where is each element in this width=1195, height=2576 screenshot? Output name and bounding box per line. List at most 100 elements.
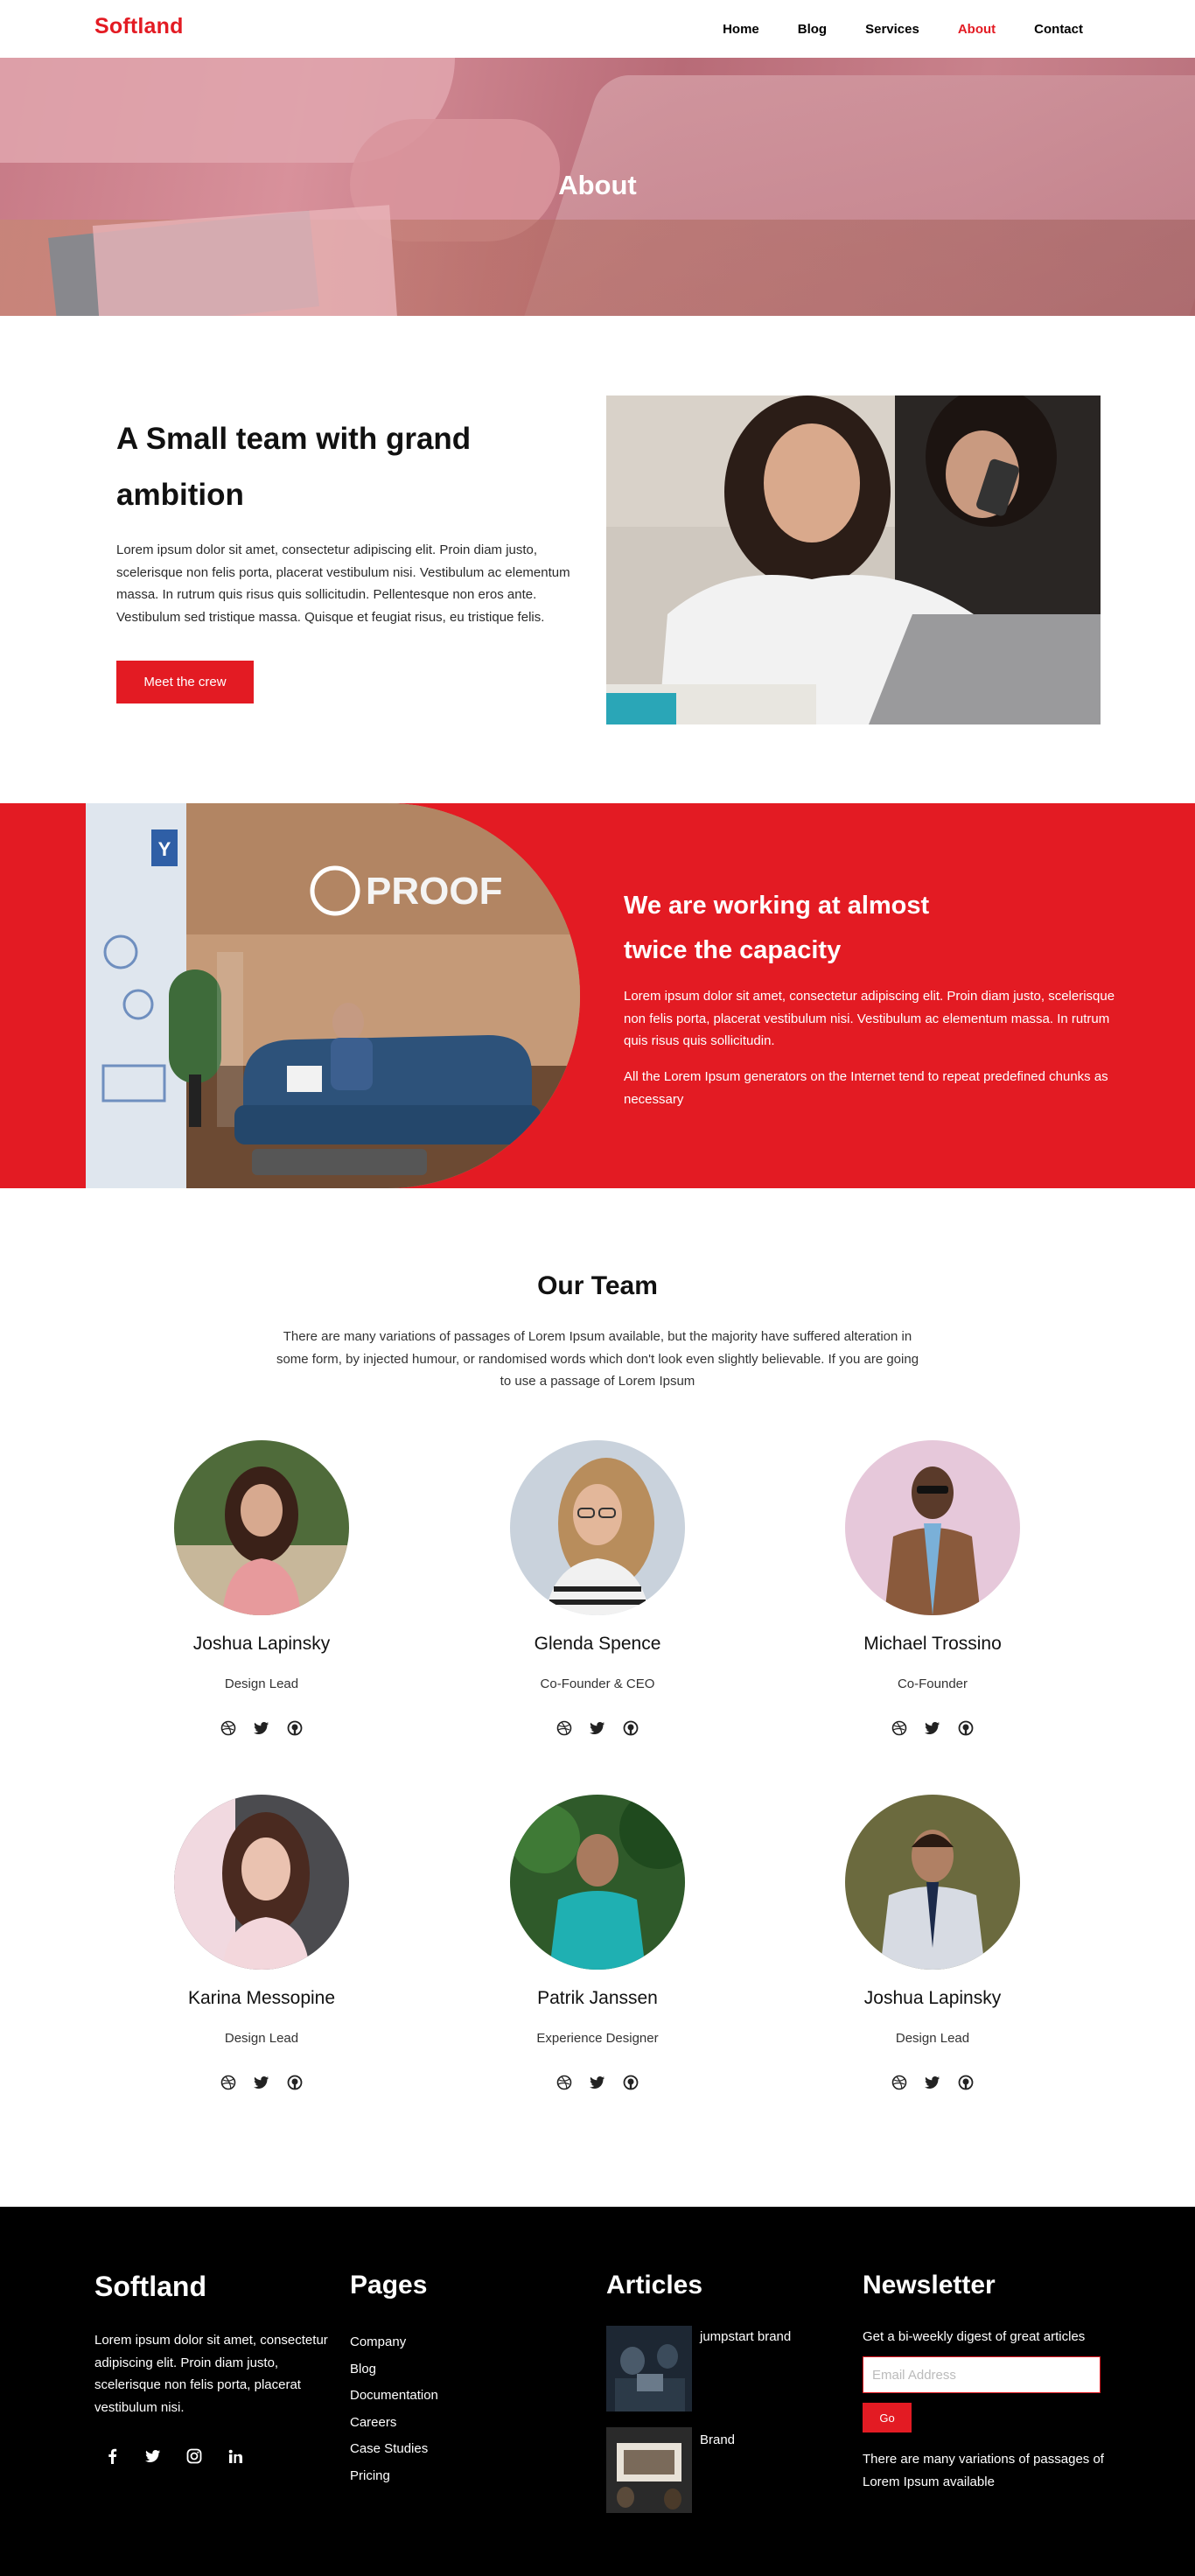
twitter-icon[interactable]: [253, 2074, 270, 2091]
team-member-card: Michael Trossino Co-Founder: [801, 1440, 1064, 1737]
twitter-icon[interactable]: [589, 2074, 606, 2091]
github-icon[interactable]: [957, 2074, 975, 2091]
nav-about[interactable]: About: [958, 22, 996, 37]
article-title[interactable]: Brand: [700, 2432, 735, 2447]
footer-link-blog[interactable]: Blog: [350, 2356, 438, 2384]
newsletter-heading: Newsletter: [863, 2271, 996, 2300]
member-name: Michael Trossino: [863, 1634, 1002, 1654]
member-avatar: [845, 1795, 1020, 1970]
avatar-portrait: [174, 1795, 349, 1970]
nav-services[interactable]: Services: [865, 22, 919, 37]
avatar-portrait: [510, 1795, 685, 1970]
capacity-paragraph-2: All the Lorem Ipsum generators on the In…: [624, 1069, 1108, 1107]
office-photo: Y PROOF: [86, 803, 580, 1188]
member-role: Co-Founder: [897, 1676, 968, 1691]
footer-about-text: Lorem ipsum dolor sit amet, consectetur …: [94, 2333, 328, 2415]
hero-paper-shape: [92, 205, 398, 316]
twitter-icon[interactable]: [924, 1719, 941, 1737]
footer-link-pricing[interactable]: Pricing: [350, 2463, 438, 2490]
site-header: Softland Home Blog Services About Contac…: [0, 0, 1195, 58]
footer-link-documentation[interactable]: Documentation: [350, 2383, 438, 2410]
member-role: Co-Founder & CEO: [540, 1676, 655, 1691]
member-socials: [130, 2074, 393, 2091]
twitter-icon[interactable]: [589, 1719, 606, 1737]
member-name: Patrik Janssen: [537, 1988, 658, 2008]
office-illustration: Y PROOF: [86, 803, 580, 1188]
nav-home[interactable]: Home: [723, 22, 759, 37]
team-member-card: Joshua Lapinsky Design Lead: [130, 1440, 393, 1737]
team-member-card: Patrik Janssen Experience Designer: [466, 1795, 729, 2091]
dribbble-icon[interactable]: [220, 1719, 237, 1737]
dribbble-icon[interactable]: [220, 2074, 237, 2091]
github-icon[interactable]: [286, 1719, 304, 1737]
linkedin-icon[interactable]: [227, 2447, 244, 2465]
newsletter-text: Get a bi-weekly digest of great articles: [863, 2329, 1086, 2344]
intro-heading: A Small team with grand ambition: [116, 422, 472, 512]
twitter-icon[interactable]: [924, 2074, 941, 2091]
article-thumbnail[interactable]: [606, 2427, 692, 2513]
member-role: Experience Designer: [536, 2031, 659, 2046]
member-socials: [801, 2074, 1064, 2091]
nav-blog[interactable]: Blog: [798, 22, 827, 37]
dribbble-icon[interactable]: [891, 2074, 908, 2091]
github-icon[interactable]: [957, 1719, 975, 1737]
team-description: There are many variations of passages of…: [276, 1329, 919, 1389]
twitter-icon[interactable]: [144, 2447, 162, 2465]
dribbble-icon[interactable]: [556, 1719, 573, 1737]
member-role: Design Lead: [224, 2031, 299, 2046]
email-field[interactable]: [863, 2356, 1101, 2393]
instagram-icon[interactable]: [185, 2447, 203, 2465]
pages-list: Company Blog Documentation Careers Case …: [350, 2329, 438, 2489]
nav-contact[interactable]: Contact: [1034, 22, 1083, 37]
member-avatar: [174, 1440, 349, 1615]
go-button[interactable]: Go: [863, 2403, 912, 2432]
member-name: Joshua Lapinsky: [192, 1634, 331, 1654]
meet-the-crew-button[interactable]: Meet the crew: [116, 661, 254, 704]
board-letter: Y: [158, 838, 171, 860]
footer-link-company[interactable]: Company: [350, 2329, 438, 2356]
member-avatar: [845, 1440, 1020, 1615]
articles-heading: Articles: [606, 2271, 703, 2300]
team-member-card: Karina Messopine Design Lead: [130, 1795, 393, 2091]
team-member-card: Glenda Spence Co-Founder & CEO: [466, 1440, 729, 1737]
member-role: Design Lead: [895, 2031, 970, 2046]
brand-logo[interactable]: Softland: [94, 14, 184, 39]
pages-heading: Pages: [350, 2271, 428, 2300]
site-footer: Softland Lorem ipsum dolor sit amet, con…: [0, 2207, 1195, 2576]
avatar-portrait: [510, 1440, 685, 1615]
footer-socials: [103, 2447, 244, 2465]
footer-link-careers[interactable]: Careers: [350, 2410, 438, 2437]
page-title: About: [558, 170, 637, 200]
member-role: Design Lead: [224, 1676, 299, 1691]
dribbble-icon[interactable]: [556, 2074, 573, 2091]
member-avatar: [510, 1440, 685, 1615]
team-member-card: Joshua Lapinsky Design Lead: [801, 1795, 1064, 2091]
member-name: Karina Messopine: [187, 1988, 336, 2008]
team-working-illustration: [606, 396, 1101, 724]
github-icon[interactable]: [622, 1719, 639, 1737]
twitter-icon[interactable]: [253, 1719, 270, 1737]
member-avatar: [510, 1795, 685, 1970]
member-socials: [466, 1719, 729, 1737]
member-socials: [801, 1719, 1064, 1737]
member-socials: [466, 2074, 729, 2091]
newsletter-note: There are many variations of passages of…: [863, 2452, 1104, 2489]
article-title[interactable]: jumpstart brand: [700, 2329, 791, 2344]
avatar-portrait: [845, 1440, 1020, 1615]
hero-banner: About: [0, 58, 1195, 316]
member-name: Joshua Lapinsky: [863, 1988, 1002, 2008]
dribbble-icon[interactable]: [891, 1719, 908, 1737]
facebook-icon[interactable]: [103, 2447, 121, 2465]
capacity-heading: We are working at almost twice the capac…: [624, 892, 930, 964]
footer-brand[interactable]: Softland: [94, 2271, 206, 2303]
member-socials: [130, 1719, 393, 1737]
footer-link-case-studies[interactable]: Case Studies: [350, 2436, 438, 2463]
team-working-photo: [606, 396, 1101, 724]
member-name: Glenda Spence: [534, 1634, 661, 1654]
github-icon[interactable]: [286, 2074, 304, 2091]
article-thumbnail[interactable]: [606, 2326, 692, 2412]
github-icon[interactable]: [622, 2074, 639, 2091]
capacity-paragraph-1: Lorem ipsum dolor sit amet, consectetur …: [624, 989, 1115, 1048]
main-nav: Home Blog Services About Contact: [684, 0, 1083, 58]
avatar-portrait: [845, 1795, 1020, 1970]
